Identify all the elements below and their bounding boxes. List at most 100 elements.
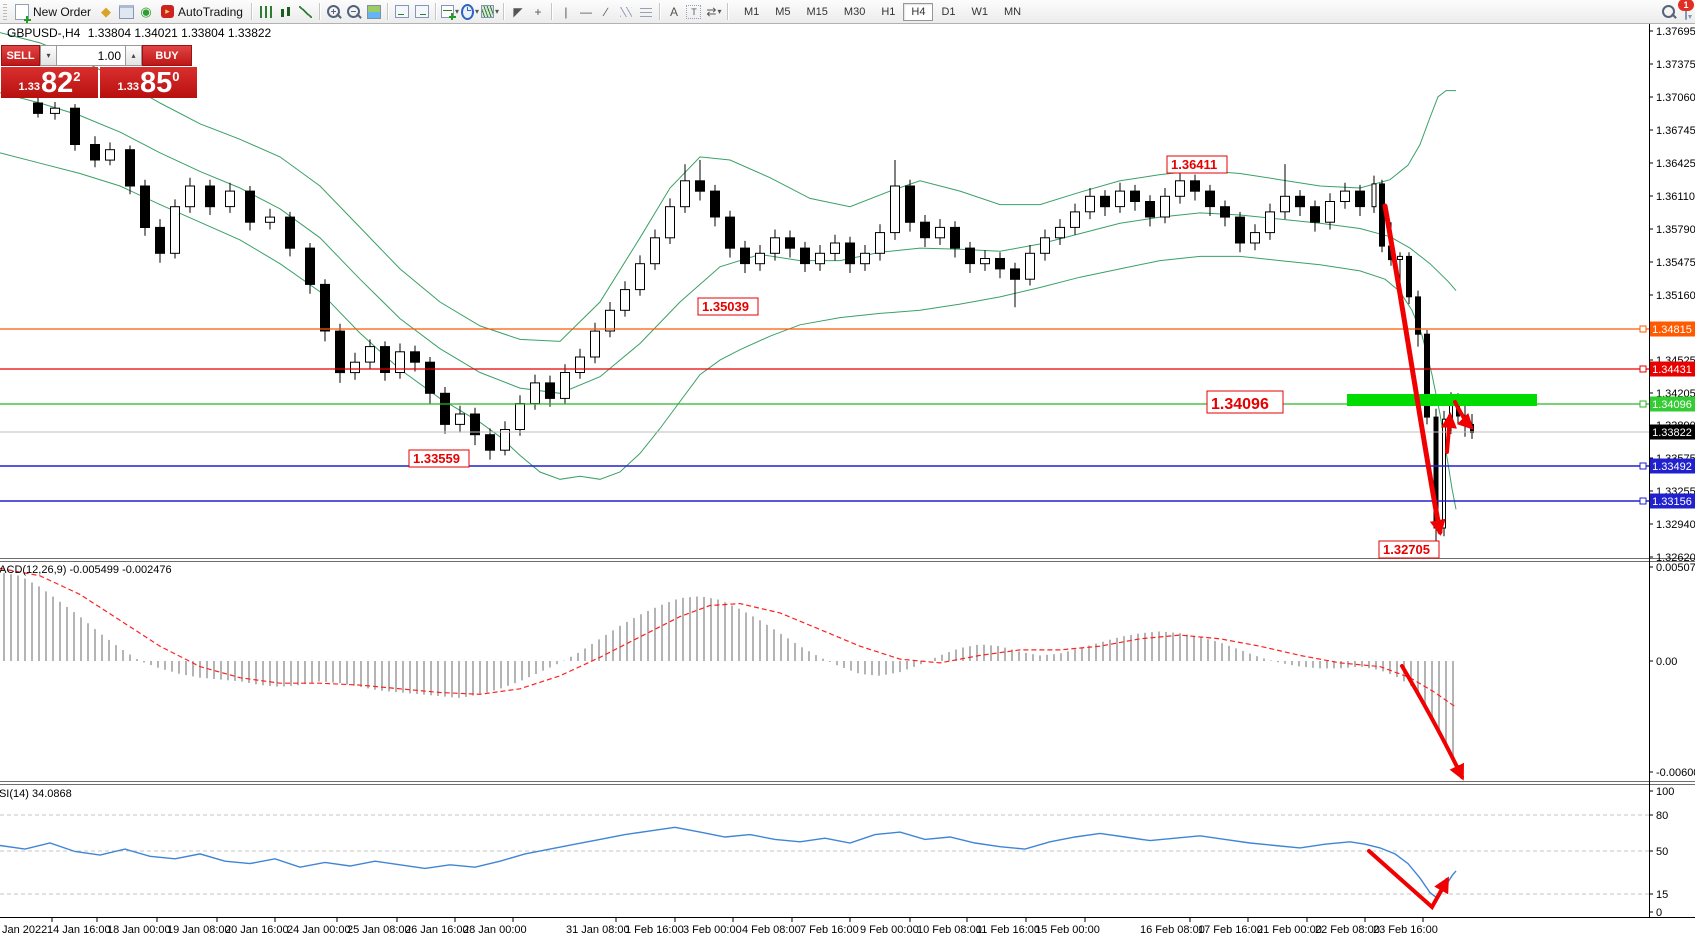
time-axis-label: 25 Jan 08:00 (347, 924, 411, 936)
time-axis-label: 26 Jan 16:00 (405, 924, 469, 936)
bar-chart-mode-button[interactable] (257, 3, 275, 21)
horizontal-line-tool-button[interactable]: — (577, 3, 595, 21)
rsi-check-arrow[interactable] (1369, 851, 1447, 907)
level-marker[interactable] (1640, 463, 1646, 469)
time-axis-label: 22 Feb 08:00 (1315, 924, 1380, 936)
track-chart-icon (415, 5, 429, 18)
bollinger-upper-band (0, 33, 1456, 342)
sell-price-button[interactable]: 1.33 82 2 (1, 67, 98, 98)
template-icon (481, 5, 494, 18)
rsi-axis-label: 50 (1656, 846, 1668, 858)
callout-label-1.36411: 1.36411 (1171, 157, 1217, 172)
callout-label-1.32705: 1.32705 (1383, 542, 1430, 557)
price-tick-label: 1.37695 (1656, 26, 1695, 38)
new-order-button[interactable]: New Order (10, 3, 96, 21)
macd-axis-label: 0.005071 (1656, 562, 1695, 574)
autotrading-button[interactable]: ▸ AutoTrading (156, 4, 248, 20)
price-tick-label: 1.36745 (1656, 125, 1695, 137)
macd-histogram (4, 573, 1453, 760)
rsi-line (0, 827, 1456, 898)
autotrading-icon: ▸ (161, 5, 174, 18)
cursor-tool-button[interactable]: ◤ (509, 3, 527, 21)
periods-button[interactable]: ▾ (461, 3, 479, 21)
vertical-line-tool-button[interactable]: | (557, 3, 575, 21)
time-axis-label: 1 Feb 16:00 (625, 924, 684, 936)
symbol-period-label: GBPUSD-,H4 (7, 26, 80, 40)
templates-button[interactable]: ▾ (481, 3, 499, 21)
indicators-button[interactable]: ▾ (441, 3, 459, 21)
time-axis-label: 10 Feb 08:00 (917, 924, 982, 936)
buy-price-button[interactable]: 1.33 85 0 (100, 67, 197, 98)
time-axis-label: 11 Feb 16:00 (976, 924, 1040, 936)
zoom-out-button[interactable] (345, 3, 363, 21)
channel-tool-button[interactable] (617, 3, 635, 21)
line-chart-mode-button[interactable] (297, 3, 315, 21)
separator (727, 3, 729, 20)
level-marker[interactable] (1640, 401, 1646, 407)
tab-d1[interactable]: D1 (933, 3, 963, 21)
price-badge-label: 1.34431 (1652, 364, 1692, 376)
candle-chart-mode-button[interactable] (277, 3, 295, 21)
sell-price-pip: 2 (73, 69, 80, 84)
tab-mn[interactable]: MN (996, 3, 1029, 21)
chart-canvas[interactable]: 1.376951.373751.370601.367451.364251.361… (0, 0, 1695, 939)
text-tool-button[interactable]: A (665, 3, 683, 21)
buy-price-pip: 0 (172, 69, 179, 84)
price-badge-label: 1.34096 (1652, 399, 1692, 411)
level-marker[interactable] (1640, 326, 1646, 332)
sell-price-big: 82 (41, 71, 73, 95)
zoom-in-button[interactable] (325, 3, 343, 21)
toolbar: New Order ◆ ◉ ▸ AutoTrading ▾ ▾ ▾ ◤ + | … (0, 0, 1695, 24)
volume-decrease-button[interactable]: ▾ (40, 45, 57, 66)
tab-m5[interactable]: M5 (767, 3, 798, 21)
level-marker[interactable] (1640, 366, 1646, 372)
new-order-label: New Order (33, 5, 91, 19)
tab-h1[interactable]: H1 (873, 3, 903, 21)
price-badge-label: 1.33822 (1652, 427, 1692, 439)
text-label-tool-button[interactable]: T (685, 3, 703, 21)
ohlc-values: 1.33804 1.34021 1.33804 1.33822 (88, 26, 272, 40)
macd-axis-label: -0.006003 (1656, 767, 1695, 779)
level-marker[interactable] (1640, 498, 1646, 504)
tab-w1[interactable]: W1 (964, 3, 997, 21)
callout-label-1.34096: 1.34096 (1211, 396, 1269, 413)
support-zone-rect[interactable] (1347, 394, 1537, 406)
candles-icon (279, 6, 292, 18)
track-chart-button[interactable] (413, 3, 431, 21)
sell-button[interactable]: SELL (1, 45, 40, 66)
gold-diamond-icon[interactable]: ◆ (97, 3, 115, 21)
tab-h4[interactable]: H4 (903, 3, 933, 21)
time-axis-label: 23 Feb 16:00 (1373, 924, 1438, 936)
tab-m30[interactable]: M30 (836, 3, 873, 21)
broadcast-icon[interactable]: ◉ (137, 3, 155, 21)
volume-increase-button[interactable]: ▴ (125, 45, 142, 66)
separator (319, 3, 321, 20)
fibonacci-tool-button[interactable] (637, 3, 655, 21)
time-axis-label: 9 Feb 00:00 (860, 924, 919, 936)
macd-signal-line (0, 568, 1456, 707)
tile-windows-button[interactable] (365, 3, 383, 21)
notifications-button[interactable]: 1 (1685, 5, 1687, 19)
auto-arrange-button[interactable] (393, 3, 411, 21)
new-order-icon (15, 4, 29, 20)
arrows-tool-button[interactable]: ⇄▾ (705, 3, 723, 21)
fibonacci-icon (640, 7, 652, 17)
time-axis-label: 4 Feb 08:00 (742, 924, 801, 936)
chart-title: GBPUSD-,H4 1.33804 1.34021 1.33804 1.338… (7, 26, 275, 40)
trendline-tool-button[interactable]: ∕ (597, 3, 615, 21)
bounce-up-arrow[interactable] (1447, 416, 1450, 452)
crosshair-tool-button[interactable]: + (529, 3, 547, 21)
search-icon[interactable] (1662, 5, 1675, 18)
print-icon[interactable] (117, 3, 135, 21)
tab-m1[interactable]: M1 (736, 3, 767, 21)
toolbar-drag-handle[interactable] (3, 4, 7, 20)
price-badge-label: 1.33156 (1652, 496, 1692, 508)
price-tick-label: 1.37375 (1656, 59, 1695, 71)
tab-m15[interactable]: M15 (799, 3, 836, 21)
separator (387, 3, 389, 20)
text-label-icon: T (686, 5, 701, 19)
buy-button[interactable]: BUY (142, 45, 192, 66)
volume-input[interactable] (57, 45, 125, 66)
price-tick-label: 1.35160 (1656, 290, 1695, 302)
time-axis-label: 19 Jan 08:00 (167, 924, 231, 936)
